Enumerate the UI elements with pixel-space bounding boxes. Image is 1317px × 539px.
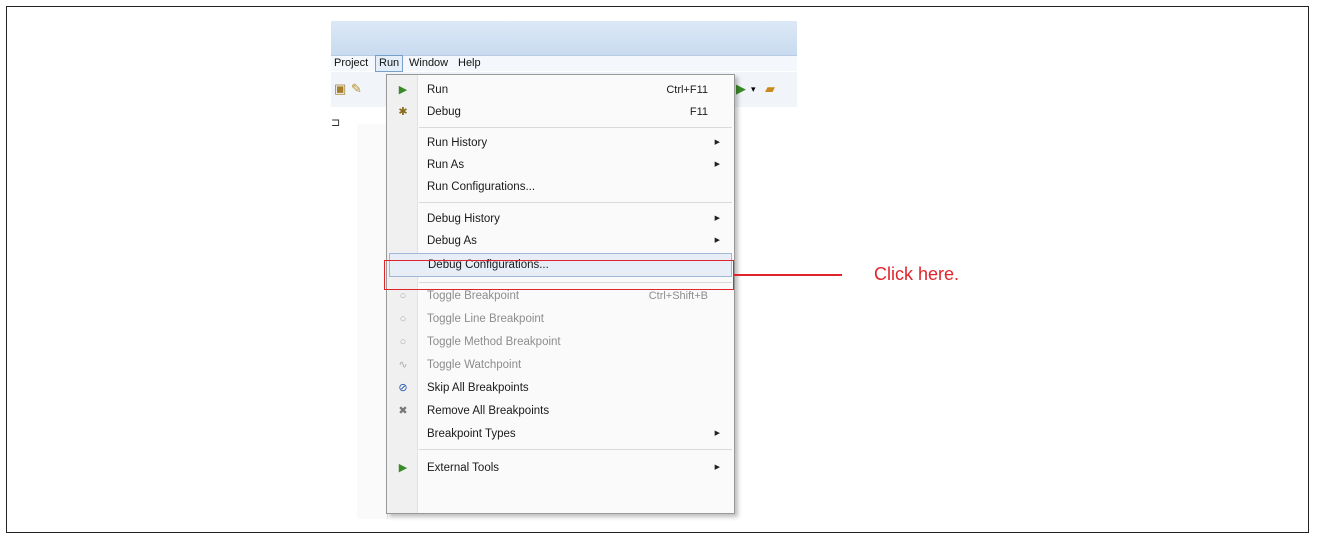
menu-project[interactable]: Project	[331, 56, 371, 71]
menu-separator	[419, 449, 732, 450]
submenu-arrow-icon: ▶	[714, 237, 720, 244]
menu-separator	[419, 202, 732, 203]
menu-item-run-as[interactable]: Run As ▶	[389, 154, 732, 176]
menu-bar: Project Run Window Help	[331, 55, 797, 72]
run-icon: ▶	[398, 84, 408, 96]
callout-text: Click here.	[874, 264, 960, 284]
menu-item-debug[interactable]: ✱ Debug F11	[389, 101, 732, 123]
menu-item-accelerator: Ctrl+F11	[666, 84, 708, 96]
menu-item-external-tools[interactable]: ▶ External Tools ▶	[389, 457, 732, 479]
menu-item-run[interactable]: ▶ Run Ctrl+F11	[389, 79, 732, 101]
title-bar	[331, 21, 797, 56]
submenu-arrow-icon: ▶	[714, 139, 720, 146]
save-icon[interactable]: ▣	[334, 82, 346, 96]
pencil-icon[interactable]: ✎	[351, 82, 362, 96]
menu-item-label: Toggle Line Breakpoint	[427, 313, 544, 325]
menu-window[interactable]: Window	[406, 56, 451, 71]
debug-icon: ✱	[398, 106, 408, 118]
menu-item-label: Skip All Breakpoints	[427, 382, 529, 394]
callout-highlight-box	[384, 260, 734, 290]
menu-item-run-configurations[interactable]: Run Configurations...	[389, 176, 732, 198]
menu-item-label: Toggle Method Breakpoint	[427, 336, 561, 348]
external-tools-icon: ▶	[398, 462, 408, 474]
menu-item-label: Debug	[427, 106, 461, 118]
menu-item-label: Run History	[427, 137, 488, 149]
menu-item-skip-all-breakpoints[interactable]: ⊘ Skip All Breakpoints	[389, 377, 732, 399]
breakpoint-dot-icon: ○	[399, 313, 407, 325]
menu-item-label: Remove All Breakpoints	[427, 405, 550, 417]
menu-item-toggle-method-breakpoint[interactable]: ○ Toggle Method Breakpoint	[389, 331, 732, 353]
remove-breakpoints-icon: ✖	[398, 405, 408, 417]
menu-item-toggle-line-breakpoint[interactable]: ○ Toggle Line Breakpoint	[389, 308, 732, 330]
menu-item-label: Debug As	[427, 235, 477, 247]
menu-run[interactable]: Run	[375, 55, 404, 72]
menu-item-debug-as[interactable]: Debug As ▶	[389, 230, 732, 252]
menu-item-label: Breakpoint Types	[427, 428, 516, 440]
submenu-arrow-icon: ▶	[714, 161, 720, 168]
menu-item-accelerator: F11	[689, 106, 708, 118]
menu-item-debug-history[interactable]: Debug History ▶	[389, 208, 732, 230]
menu-help[interactable]: Help	[455, 56, 484, 71]
submenu-arrow-icon: ▶	[714, 215, 720, 222]
menu-item-run-history[interactable]: Run History ▶	[389, 132, 732, 154]
menu-item-label: Run Configurations...	[427, 181, 536, 193]
menu-item-remove-all-breakpoints[interactable]: ✖ Remove All Breakpoints	[389, 400, 732, 422]
menu-item-label: External Tools	[427, 462, 500, 474]
submenu-arrow-icon: ▶	[714, 464, 720, 471]
menu-item-label: Run As	[427, 159, 465, 171]
watchpoint-icon: ∿	[398, 359, 408, 371]
breakpoint-dot-icon: ○	[399, 336, 407, 348]
menu-item-breakpoint-types[interactable]: Breakpoint Types ▶	[389, 423, 732, 445]
callout-leader-line	[734, 274, 842, 276]
open-folder-icon[interactable]: ▰	[765, 82, 775, 96]
menu-item-label: Debug History	[427, 213, 500, 225]
dropdown-arrow-icon[interactable]: ▾	[751, 82, 756, 96]
editor-area	[357, 124, 388, 519]
menu-separator	[419, 127, 732, 128]
menu-item-label: Toggle Watchpoint	[427, 359, 522, 371]
run-menu-dropdown: ▶ Run Ctrl+F11 ✱ Debug F11 Run History ▶…	[386, 74, 735, 514]
skip-breakpoints-icon: ⊘	[398, 382, 408, 394]
panel-tab-control[interactable]: ⊐	[331, 116, 340, 129]
menu-item-label: Run	[427, 84, 449, 96]
run-toolbar-icon[interactable]: ▶	[736, 82, 746, 96]
submenu-arrow-icon: ▶	[714, 430, 720, 437]
menu-item-toggle-watchpoint[interactable]: ∿ Toggle Watchpoint	[389, 354, 732, 376]
